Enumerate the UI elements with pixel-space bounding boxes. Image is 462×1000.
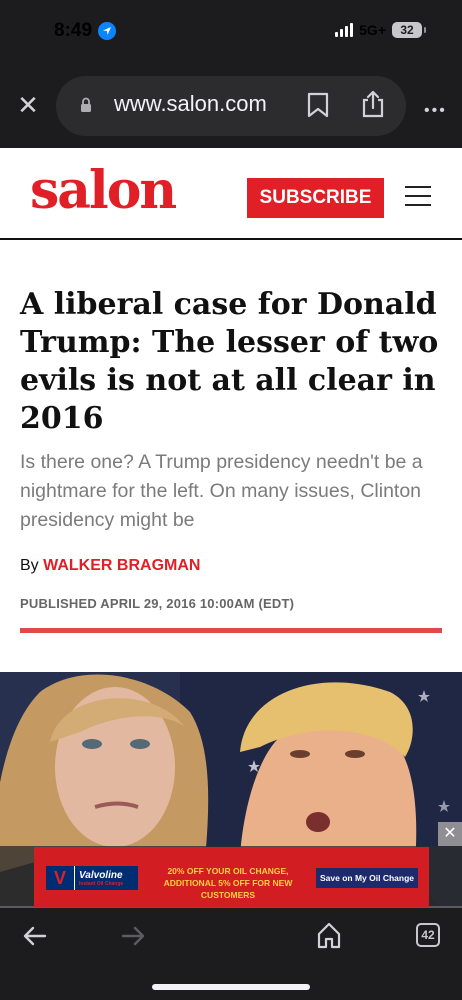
ad-brand-wordmark: Valvoline Instant Oil Change xyxy=(75,866,138,890)
salon-logo[interactable]: salon xyxy=(30,160,177,221)
ad-brand-sub: Instant Oil Change xyxy=(79,880,124,887)
byline-prefix: By xyxy=(20,557,44,574)
home-icon[interactable] xyxy=(316,921,342,949)
ad-close-button[interactable]: ✕ xyxy=(438,822,462,846)
location-arrow-icon xyxy=(98,22,117,40)
battery-icon: 32 xyxy=(392,22,426,38)
ad-cta-button[interactable]: Save on My Oil Change xyxy=(316,868,418,888)
status-time: 8:49 xyxy=(54,20,117,42)
publish-date: PUBLISHED APRIL 29, 2016 10:00AM (EDT) xyxy=(20,596,295,611)
lock-icon xyxy=(81,97,91,112)
ad-logo-mark: V xyxy=(46,866,74,890)
status-indicators: 5G+ 32 xyxy=(335,22,426,38)
forward-arrow-icon[interactable] xyxy=(120,924,146,948)
tab-count: 42 xyxy=(421,928,435,942)
more-icon[interactable]: ••• xyxy=(424,102,447,120)
share-icon[interactable] xyxy=(360,90,386,118)
network-label: 5G+ xyxy=(359,22,386,38)
author-link[interactable]: WALKER BRAGMAN xyxy=(43,557,200,574)
menu-icon[interactable] xyxy=(405,186,431,206)
ad-brand-name: Valvoline xyxy=(79,869,123,881)
ad-copy-line2: ADDITIONAL 5% OFF FOR NEW CUSTOMERS xyxy=(163,878,293,900)
bookmark-icon[interactable] xyxy=(306,92,330,118)
status-time-text: 8:49 xyxy=(54,20,93,41)
byline: By WALKER BRAGMAN xyxy=(20,557,200,575)
article-dek: Is there one? A Trump presidency needn't… xyxy=(20,451,423,531)
back-arrow-icon[interactable] xyxy=(22,924,48,948)
battery-level: 32 xyxy=(400,23,414,37)
subscribe-button[interactable]: SUBSCRIBE xyxy=(247,178,384,218)
tabs-icon[interactable]: 42 xyxy=(416,923,440,947)
article-headline: A liberal case for Donald Trump: The les… xyxy=(20,287,439,436)
ad-brand-logo: V Valvoline Instant Oil Change xyxy=(46,866,138,890)
close-icon[interactable]: ✕ xyxy=(14,91,42,119)
ad-copy-line1: 20% OFF YOUR OIL CHANGE, xyxy=(167,866,289,876)
signal-icon xyxy=(335,23,354,37)
home-indicator xyxy=(152,984,310,990)
divider xyxy=(20,628,442,633)
ad-copy: 20% OFF YOUR OIL CHANGE, ADDITIONAL 5% O… xyxy=(148,865,308,901)
url-text[interactable]: www.salon.com xyxy=(114,91,267,117)
